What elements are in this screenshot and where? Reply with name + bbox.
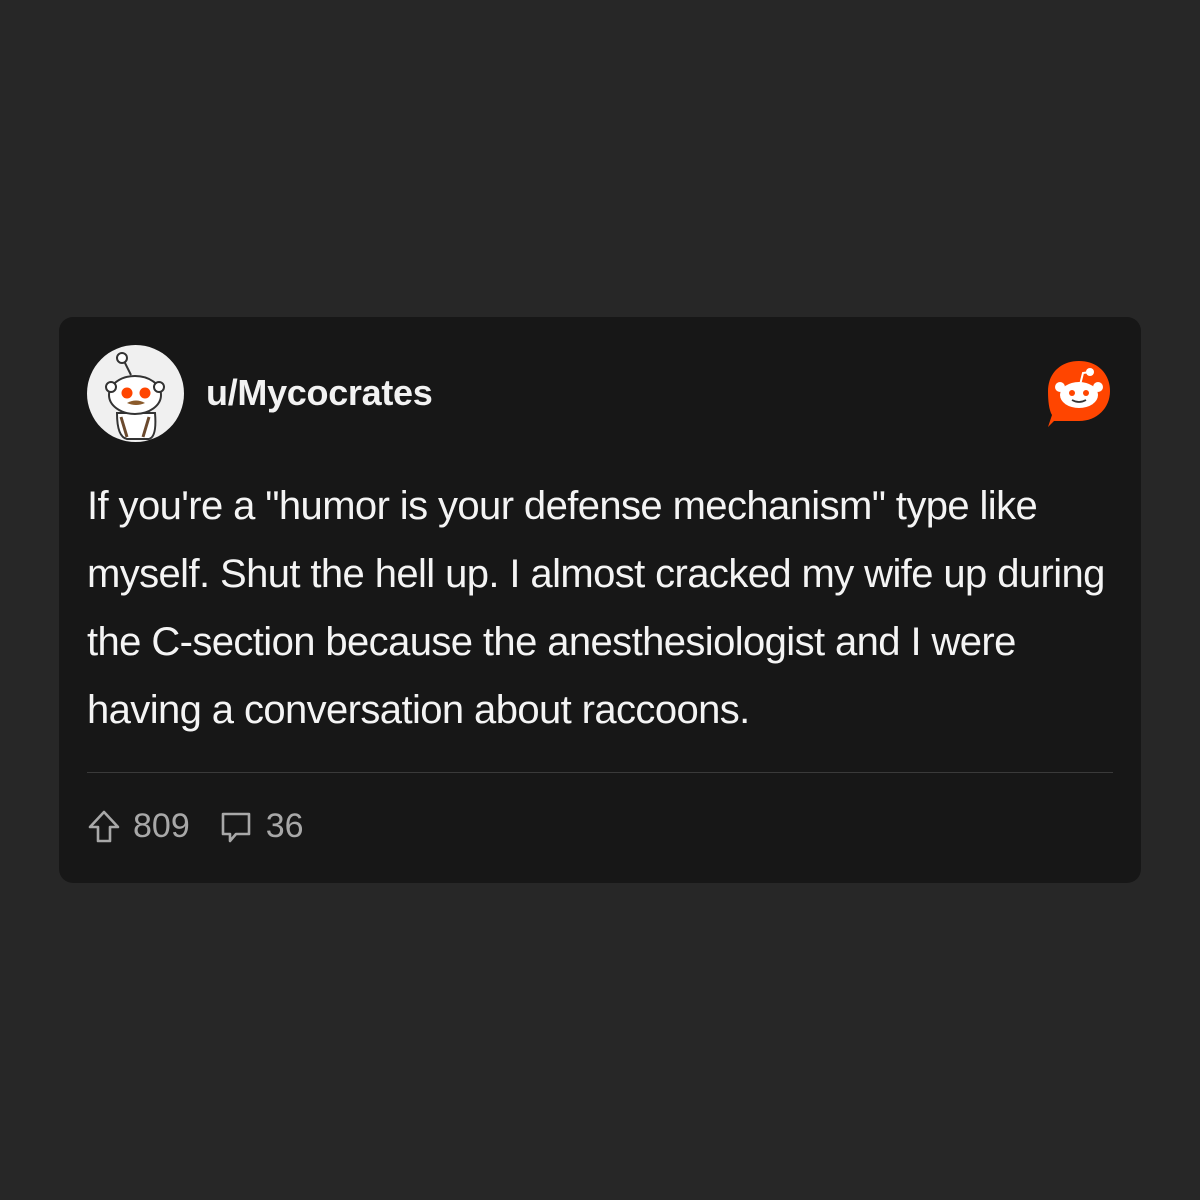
post-body: If you're a "humor is your defense mecha… <box>87 484 1105 732</box>
divider <box>87 772 1113 773</box>
snoo-avatar-icon <box>105 352 165 440</box>
username[interactable]: u/Mycocrates <box>206 372 433 414</box>
post-card[interactable]: u/Mycocrates If you're a "humor is your … <box>59 317 1141 883</box>
comment-button[interactable]: 36 <box>218 807 304 846</box>
comment-bubble-icon <box>221 812 251 842</box>
upvote-count: 809 <box>133 807 190 845</box>
avatar[interactable] <box>87 345 184 442</box>
upvote-arrow-icon <box>88 810 120 842</box>
reddit-logo-icon <box>1044 357 1114 429</box>
upvote-button[interactable]: 809 <box>87 807 190 846</box>
comment-count: 36 <box>265 807 304 845</box>
post-stats: 809 36 <box>87 807 304 846</box>
